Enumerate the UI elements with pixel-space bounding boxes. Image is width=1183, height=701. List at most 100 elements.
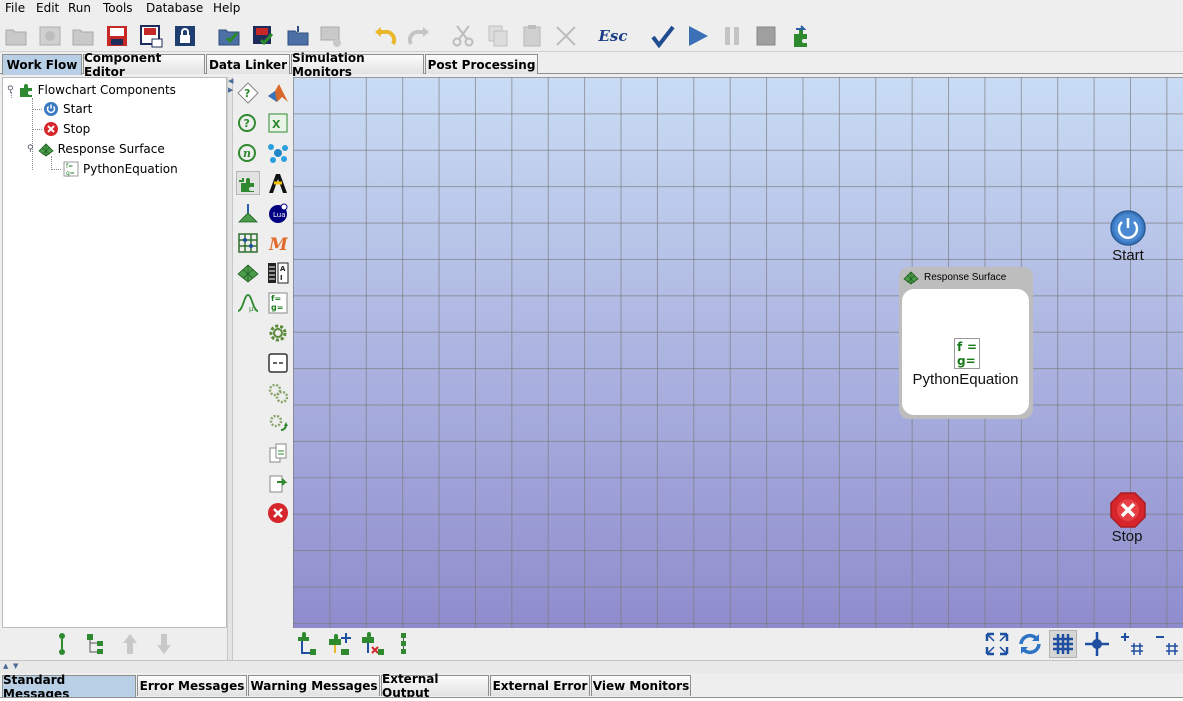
vertical-splitter[interactable]: ◀ ▶ <box>227 77 233 660</box>
stop-node[interactable] <box>1109 491 1147 529</box>
new-folder-button[interactable] <box>3 22 29 50</box>
palette-excel-button[interactable]: X <box>266 111 290 135</box>
align-components-button[interactable] <box>391 630 419 658</box>
response-surface-body[interactable]: f = g= PythonEquation <box>902 289 1029 415</box>
folder-check-button[interactable] <box>216 22 242 50</box>
palette-file-transfer-button[interactable] <box>266 471 290 495</box>
tab-error-messages[interactable]: Error Messages <box>137 675 247 696</box>
tree-item-python-equation[interactable]: f= g= PythonEquation <box>63 161 178 177</box>
tab-simulation-monitors[interactable]: Simulation Monitors <box>291 51 424 79</box>
equation-icon: f=g= <box>268 292 288 314</box>
tab-external-error[interactable]: External Error <box>490 675 590 696</box>
add-component-button[interactable] <box>326 630 354 658</box>
database-button[interactable] <box>37 22 63 50</box>
lock-button[interactable] <box>172 22 198 50</box>
horizontal-splitter[interactable]: ▲ ▼ <box>0 660 1183 673</box>
tree-expand-all-button[interactable] <box>84 631 108 657</box>
tree-item-response-surface[interactable]: ⚲ Response Surface <box>27 141 165 157</box>
tab-standard-messages[interactable]: Standard Messages <box>2 673 136 701</box>
palette-network-button[interactable] <box>266 141 290 165</box>
palette-multi-gear-button[interactable] <box>266 381 290 405</box>
palette-abaqus-button[interactable] <box>266 171 290 195</box>
fit-to-window-button[interactable] <box>983 630 1011 658</box>
validate-button[interactable] <box>650 22 676 50</box>
monitor-button[interactable] <box>318 22 344 50</box>
palette-mathematica-button[interactable]: M <box>266 231 290 255</box>
paste-button[interactable] <box>519 22 545 50</box>
menu-run[interactable]: Run <box>68 1 91 15</box>
palette-doe-button[interactable] <box>236 201 260 225</box>
escape-button[interactable]: Esc <box>596 22 630 50</box>
palette-text-io-button[interactable]: AI <box>266 261 290 285</box>
cut-button[interactable] <box>450 22 476 50</box>
refresh-button[interactable] <box>1016 630 1044 658</box>
save-check-button[interactable] <box>250 22 276 50</box>
toggle-grid-button[interactable] <box>1049 630 1077 658</box>
menu-edit[interactable]: Edit <box>36 1 59 15</box>
tab-external-output[interactable]: External Output <box>381 672 489 700</box>
run-button[interactable] <box>685 22 711 50</box>
menu-help[interactable]: Help <box>213 1 240 15</box>
response-surface-node[interactable]: Response Surface f = g= PythonEquation <box>899 267 1033 419</box>
redo-button[interactable] <box>406 22 432 50</box>
move-up-button[interactable] <box>118 631 142 657</box>
message-area[interactable] <box>0 697 1183 701</box>
response-surface-header[interactable]: Response Surface <box>899 267 1033 287</box>
open-folder-button[interactable] <box>70 22 96 50</box>
python-equation-node[interactable]: f = g= <box>954 338 980 369</box>
start-node[interactable] <box>1109 209 1147 247</box>
splitter-up-icon[interactable]: ▲ <box>3 663 8 670</box>
palette-remove-button[interactable] <box>266 501 290 525</box>
remove-component-button[interactable] <box>359 630 387 658</box>
tree-expand-icon[interactable]: ⚲ <box>27 144 34 154</box>
workflow-canvas[interactable]: Start Stop Response Surface f = g= Pytho… <box>293 77 1183 628</box>
tree-item-stop[interactable]: Stop <box>43 121 90 137</box>
palette-grid-button[interactable] <box>236 231 260 255</box>
tab-data-linker[interactable]: Data Linker <box>206 54 290 74</box>
splitter-down-icon[interactable]: ▼ <box>13 663 18 670</box>
palette-while-button[interactable]: ? <box>236 111 260 135</box>
stop-icon <box>268 503 288 523</box>
pause-button[interactable] <box>719 22 745 50</box>
snap-button[interactable] <box>1083 630 1111 658</box>
menu-database[interactable]: Database <box>146 1 203 15</box>
tree-expand-icon[interactable]: ⚲ <box>7 85 14 95</box>
copy-button[interactable] <box>485 22 511 50</box>
tab-work-flow[interactable]: Work Flow <box>2 54 82 75</box>
text-file-icon: AI <box>268 262 289 284</box>
palette-equation-button[interactable]: f= g= <box>266 291 290 315</box>
folder-up-button[interactable] <box>285 22 311 50</box>
save-as-button[interactable] <box>138 22 164 50</box>
palette-settings-button[interactable] <box>266 321 290 345</box>
move-down-button[interactable] <box>152 631 176 657</box>
export-component-button[interactable] <box>787 22 813 50</box>
undo-button[interactable] <box>372 22 398 50</box>
tab-view-monitors[interactable]: View Monitors <box>591 675 691 696</box>
palette-file-copy-button[interactable] <box>266 441 290 465</box>
tree-item-flowchart-components[interactable]: ⚲ Flowchart Components <box>7 82 176 98</box>
puzzle-add-icon <box>329 633 351 655</box>
grid-decrease-button[interactable] <box>1153 630 1181 658</box>
stop-button[interactable] <box>753 22 779 50</box>
palette-gear-refresh-button[interactable] <box>266 411 290 435</box>
save-button[interactable] <box>104 22 130 50</box>
palette-window-button[interactable] <box>266 351 290 375</box>
palette-lua-button[interactable]: Lua <box>266 201 290 225</box>
menu-file[interactable]: File <box>5 1 25 15</box>
tab-component-editor[interactable]: Component Editor <box>83 51 205 79</box>
palette-if-button[interactable]: ? <box>236 81 260 105</box>
tab-warning-messages[interactable]: Warning Messages <box>248 675 380 696</box>
tree-item-start[interactable]: Start <box>43 101 92 117</box>
delete-button[interactable] <box>553 22 579 50</box>
palette-subflow-button[interactable] <box>236 171 260 195</box>
palette-for-button[interactable]: n <box>236 141 260 165</box>
palette-matlab-button[interactable] <box>266 81 290 105</box>
stop-icon <box>1110 492 1146 528</box>
palette-surface-button[interactable] <box>236 261 260 285</box>
menu-tools[interactable]: Tools <box>103 1 133 15</box>
tab-post-processing[interactable]: Post Processing <box>425 54 538 74</box>
add-link-button[interactable] <box>293 630 321 658</box>
palette-distribution-button[interactable]: μ <box>236 291 260 315</box>
grid-increase-button[interactable] <box>1118 630 1146 658</box>
tree-collapse-button[interactable] <box>50 631 74 657</box>
